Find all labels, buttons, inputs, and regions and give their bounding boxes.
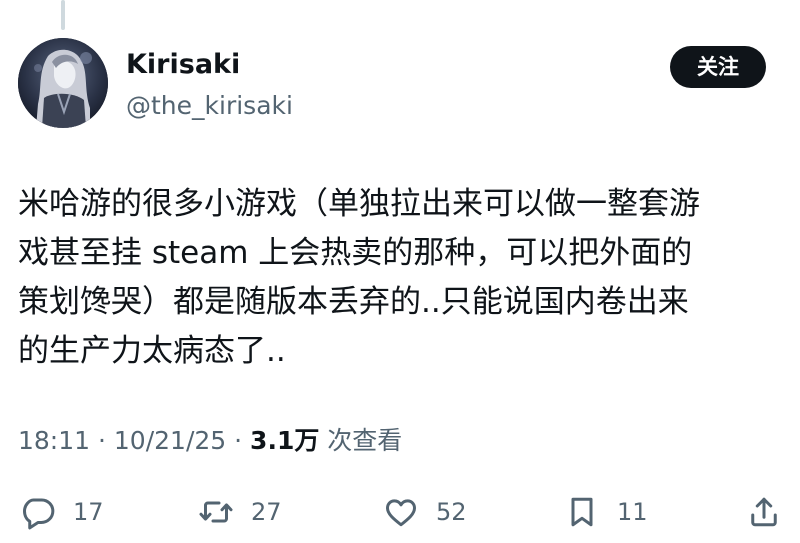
repost-count: 27 [251, 498, 282, 526]
tweet-meta: 18:11 · 10/21/25 · 3.1万 次查看 [18, 424, 402, 458]
share-icon [751, 497, 777, 527]
tweet-text-line: 策划馋哭）都是随版本丢弃的..只能说国内卷出来 [18, 284, 689, 320]
action-bar: 17 27 52 11 [0, 490, 800, 534]
like-count: 52 [436, 498, 467, 526]
repost-button[interactable]: 27 [198, 490, 282, 534]
thread-connector-line [61, 0, 65, 30]
like-button[interactable]: 52 [383, 490, 467, 534]
tweet-text-line: 米哈游的很多小游戏（单独拉出来可以做一整套游 [18, 186, 700, 222]
bookmark-icon [571, 497, 593, 527]
reply-button[interactable]: 17 [20, 490, 104, 534]
avatar[interactable] [18, 38, 108, 128]
reply-icon [23, 498, 55, 530]
views-count[interactable]: 3.1万 [250, 426, 319, 455]
meta-separator: · [98, 426, 106, 455]
user-handle[interactable]: @the_kirisaki [126, 90, 293, 122]
repost-icon [199, 501, 233, 523]
bookmark-button[interactable]: 11 [564, 490, 648, 534]
heart-icon [386, 499, 416, 527]
follow-button[interactable]: 关注 [670, 46, 766, 88]
tweet-time[interactable]: 18:11 [18, 426, 90, 455]
tweet-text-line: 的生产力太病态了.. [18, 333, 286, 369]
views-label: 次查看 [327, 426, 403, 455]
tweet-date[interactable]: 10/21/25 [114, 426, 226, 455]
tweet-text: 米哈游的很多小游戏（单独拉出来可以做一整套游 戏甚至挂 steam 上会热卖的那… [18, 180, 788, 376]
reply-count: 17 [73, 498, 104, 526]
bookmark-count: 11 [617, 498, 648, 526]
display-name[interactable]: Kirisaki [126, 48, 240, 82]
anime-character-avatar-icon [18, 38, 108, 128]
meta-separator: · [234, 426, 243, 455]
tweet-text-line: 戏甚至挂 steam 上会热卖的那种，可以把外面的 [18, 235, 693, 271]
share-button[interactable] [746, 490, 782, 534]
